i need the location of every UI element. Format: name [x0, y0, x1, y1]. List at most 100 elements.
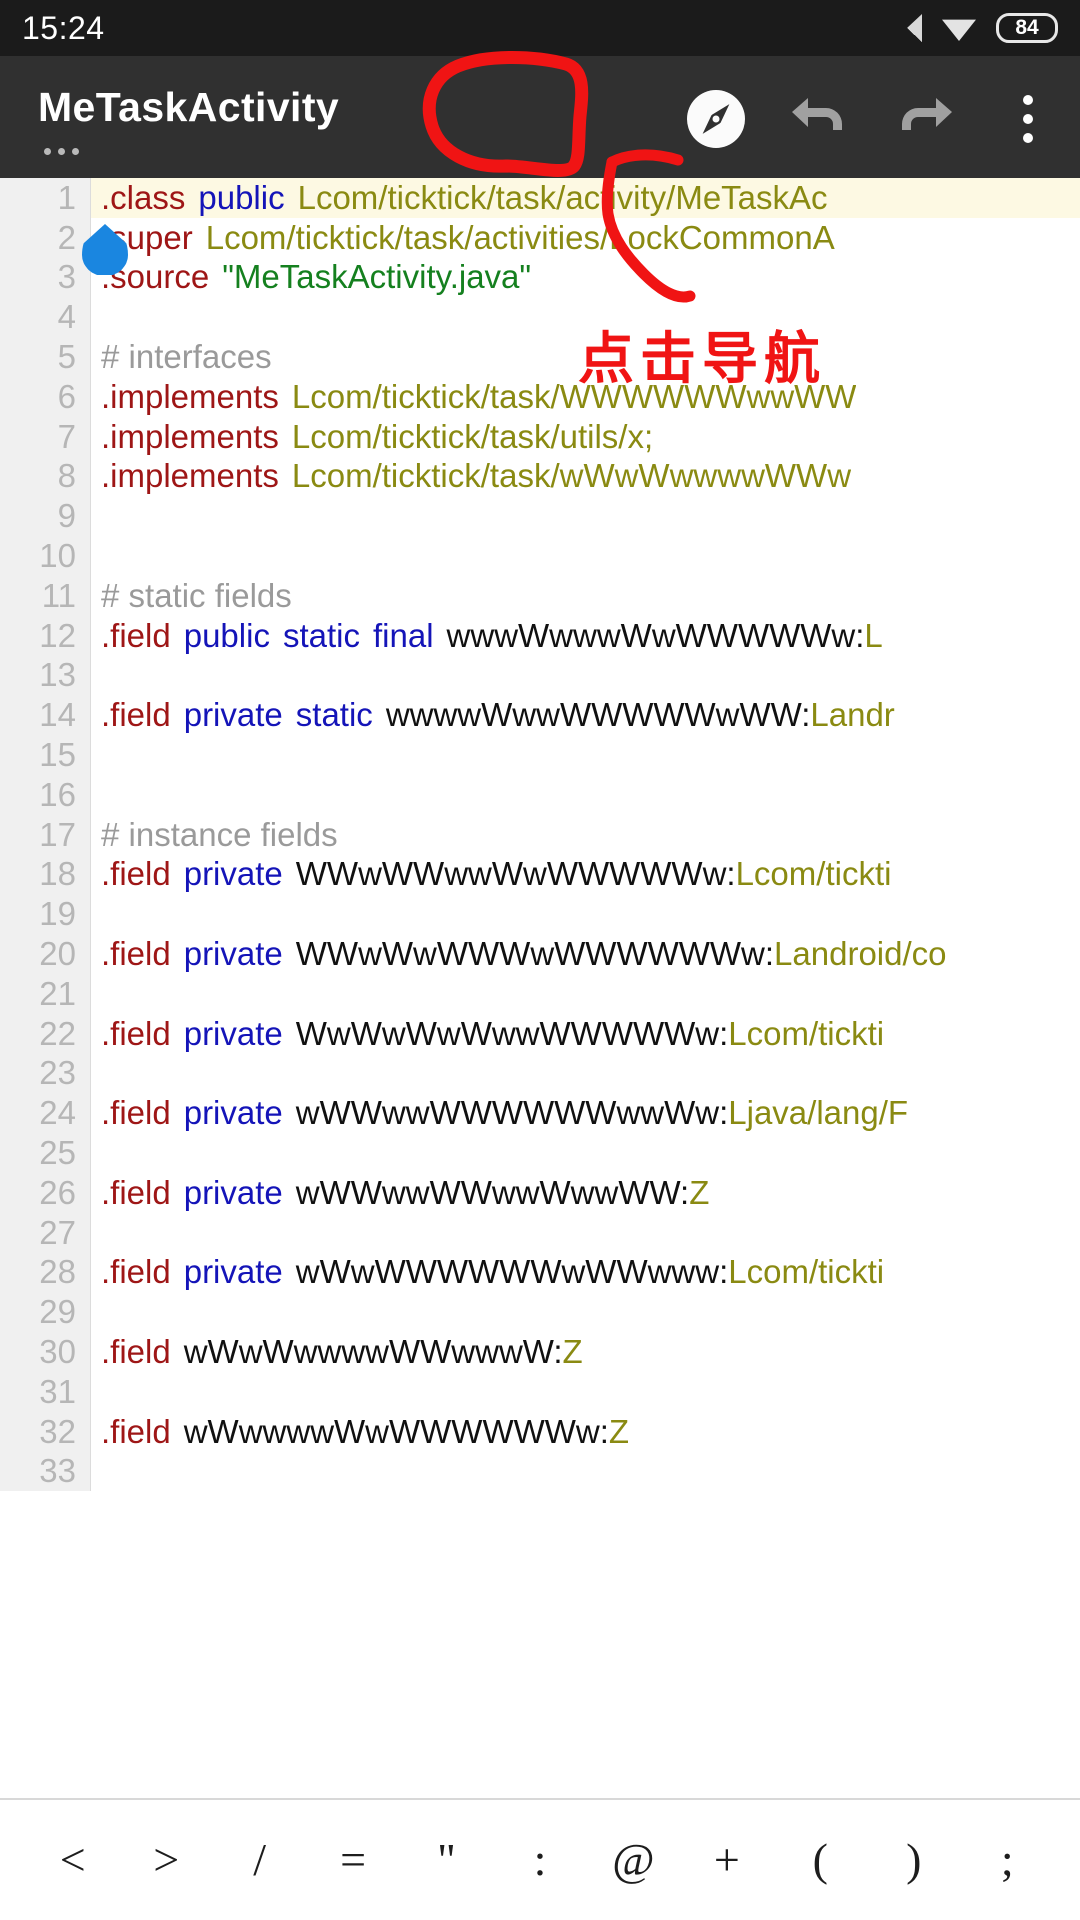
code-text[interactable]: .implements Lcom/ticktick/task/WWWWWWwwWW: [91, 377, 856, 417]
code-text[interactable]: [91, 775, 101, 815]
symbol-key-:[interactable]: :: [513, 1837, 567, 1883]
symbol-key->[interactable]: >: [139, 1837, 193, 1883]
code-line[interactable]: 9: [0, 496, 1080, 537]
code-line[interactable]: 20 .field private WWwWwWWWwWWWWWWw: Landroid…: [0, 934, 1080, 974]
token-type: Z: [562, 1333, 583, 1370]
token-cmt: # instance fields: [101, 815, 338, 853]
code-text[interactable]: [91, 735, 101, 775]
symbol-key-@[interactable]: @: [606, 1837, 660, 1883]
code-text[interactable]: # interfaces: [91, 337, 272, 377]
code-text[interactable]: .super Lcom/ticktick/task/activities/Lock…: [91, 218, 835, 258]
code-line[interactable]: 16: [0, 774, 1080, 815]
code-line[interactable]: 17 # instance fields: [0, 814, 1080, 855]
code-line[interactable]: 2 .super Lcom/ticktick/task/activities/Loc…: [0, 217, 1080, 258]
code-line[interactable]: 33: [0, 1451, 1080, 1492]
code-text[interactable]: .field private static wwwwWwwWWWWWwWW: Landr: [91, 695, 895, 735]
code-text[interactable]: .field private WwWwWwWwwWWWWWw: Lcom/tickti: [91, 1014, 884, 1054]
token-type: Z: [689, 1173, 710, 1211]
code-line[interactable]: 8 .implements Lcom/ticktick/task/wWwWwwwwW…: [0, 456, 1080, 497]
symbol-key-([interactable]: (: [793, 1837, 847, 1883]
code-line-list[interactable]: 1 .class public Lcom/ticktick/task/activity…: [0, 178, 1080, 1492]
symbol-key-+[interactable]: +: [700, 1837, 754, 1883]
code-text[interactable]: [91, 1213, 101, 1253]
code-text[interactable]: # static fields: [91, 576, 292, 616]
token-kw: private: [183, 696, 283, 734]
overflow-menu-button[interactable]: [976, 82, 1080, 156]
code-text[interactable]: [91, 894, 101, 934]
code-line[interactable]: 23: [0, 1053, 1080, 1094]
symbol-key-<[interactable]: <: [46, 1837, 100, 1883]
code-line[interactable]: 18 .field private WWwWWwwWwWWWWWw: Lcom/tick…: [0, 854, 1080, 895]
code-line[interactable]: 7 .implements Lcom/ticktick/task/utils/x;: [0, 416, 1080, 457]
code-text[interactable]: .field wWwwwwWwWWWWWWw: Z: [91, 1412, 629, 1452]
code-text[interactable]: .field wWwWwwwwWWwwwW: Z: [91, 1332, 583, 1372]
code-text[interactable]: [91, 536, 101, 576]
redo-button[interactable]: [872, 82, 976, 156]
cellular-signal-icon: [892, 14, 922, 42]
code-text[interactable]: [91, 1452, 101, 1492]
code-line[interactable]: 32 .field wWwwwwWwWWWWWWw: Z: [0, 1411, 1080, 1452]
code-line[interactable]: 24 .field private wWWwwWWWWWWwwWw: Ljava/lan…: [0, 1093, 1080, 1134]
code-line[interactable]: 29: [0, 1292, 1080, 1333]
code-text[interactable]: # instance fields: [91, 815, 338, 855]
token-dir: .field: [101, 616, 171, 654]
code-text[interactable]: .field public static final wwwWwwwWwWWWWWw: L: [91, 616, 883, 656]
code-text[interactable]: [91, 1054, 101, 1094]
symbol-key-;[interactable]: ;: [980, 1837, 1034, 1883]
code-text[interactable]: .class public Lcom/ticktick/task/activity/…: [91, 178, 828, 218]
code-line[interactable]: 11 # static fields: [0, 575, 1080, 616]
code-text[interactable]: .field private WWwWwWWWwWWWWWWw: Landroid/c…: [91, 934, 947, 974]
code-text[interactable]: [91, 1133, 101, 1173]
code-line[interactable]: 4: [0, 297, 1080, 338]
app-bar: MeTaskActivity: [0, 56, 1080, 178]
code-text[interactable]: .implements Lcom/ticktick/task/utils/x;: [91, 417, 653, 457]
code-line[interactable]: 30 .field wWwWwwwwWWwwwW: Z: [0, 1332, 1080, 1372]
code-line[interactable]: 12 .field public static final wwwWwwwWwWWWWWw…: [0, 615, 1080, 656]
symbol-toolbar[interactable]: < > / = ": @ + ();: [0, 1798, 1080, 1920]
code-text[interactable]: [91, 297, 101, 337]
line-number: 4: [0, 297, 91, 338]
code-line[interactable]: 28 .field private wWwWWWWWWwWWwww: Lcom/tick…: [0, 1252, 1080, 1293]
code-text[interactable]: [91, 656, 101, 696]
code-line[interactable]: 25: [0, 1133, 1080, 1173]
code-text[interactable]: [91, 496, 101, 536]
code-text[interactable]: .field private WWwWWwwWwWWWWWw: Lcom/tickti: [91, 855, 891, 895]
token-kw: public: [198, 178, 285, 216]
symbol-key-=[interactable]: =: [326, 1837, 380, 1883]
code-text[interactable]: .source "MeTaskActivity.java": [91, 258, 531, 298]
code-line[interactable]: 13: [0, 655, 1080, 696]
symbol-key-)[interactable]: ): [887, 1837, 941, 1883]
code-text[interactable]: .field private wWwWWWWWWwWWwww: Lcom/tickti: [91, 1253, 884, 1293]
battery-level-label: 84: [1015, 16, 1039, 39]
token-type: Lcom/ticktick/task/utils/x;: [291, 417, 654, 455]
code-text[interactable]: .implements Lcom/ticktick/task/wWwWwwwwWW…: [91, 457, 851, 497]
code-line[interactable]: 15: [0, 735, 1080, 775]
code-line[interactable]: 3 .source "MeTaskActivity.java": [0, 257, 1080, 298]
code-line[interactable]: 5 # interfaces: [0, 337, 1080, 377]
code-line[interactable]: 14 .field private static wwwwWwwWWWWWwWW: Lan…: [0, 695, 1080, 736]
code-text[interactable]: .field private wWWwwWWwwWwwWW: Z: [91, 1173, 709, 1213]
code-editor[interactable]: 1 .class public Lcom/ticktick/task/activity…: [0, 178, 1080, 1798]
code-line[interactable]: 27: [0, 1212, 1080, 1253]
symbol-key-"[interactable]: ": [420, 1837, 474, 1883]
code-line[interactable]: 10: [0, 536, 1080, 576]
code-line[interactable]: 6 .implements Lcom/ticktick/task/WWWWWWwwW…: [0, 376, 1080, 417]
code-line[interactable]: 22 .field private WwWwWwWwwWWWWWw: Lcom/tick…: [0, 1013, 1080, 1054]
line-number: 31: [0, 1371, 91, 1412]
code-line[interactable]: 19: [0, 894, 1080, 935]
line-number: 13: [0, 655, 91, 696]
token-dir: .field: [101, 1094, 171, 1132]
code-text[interactable]: [91, 1292, 101, 1332]
navigate-compass-button[interactable]: [664, 82, 768, 156]
line-number: 19: [0, 894, 91, 935]
code-text[interactable]: [91, 1372, 101, 1412]
symbol-key-/[interactable]: /: [233, 1837, 287, 1883]
code-text[interactable]: .field private wWWwwWWWWWWwwWw: Ljava/lang/…: [91, 1093, 908, 1133]
code-line[interactable]: 21: [0, 973, 1080, 1014]
app-bar-subtitle: [44, 148, 79, 155]
code-line[interactable]: 26 .field private wWWwwWWwwWwwWW: Z: [0, 1172, 1080, 1213]
undo-button[interactable]: [768, 82, 872, 156]
code-line[interactable]: 31: [0, 1371, 1080, 1412]
code-text[interactable]: [91, 974, 101, 1014]
code-line[interactable]: 1 .class public Lcom/ticktick/task/activity…: [0, 178, 1080, 218]
